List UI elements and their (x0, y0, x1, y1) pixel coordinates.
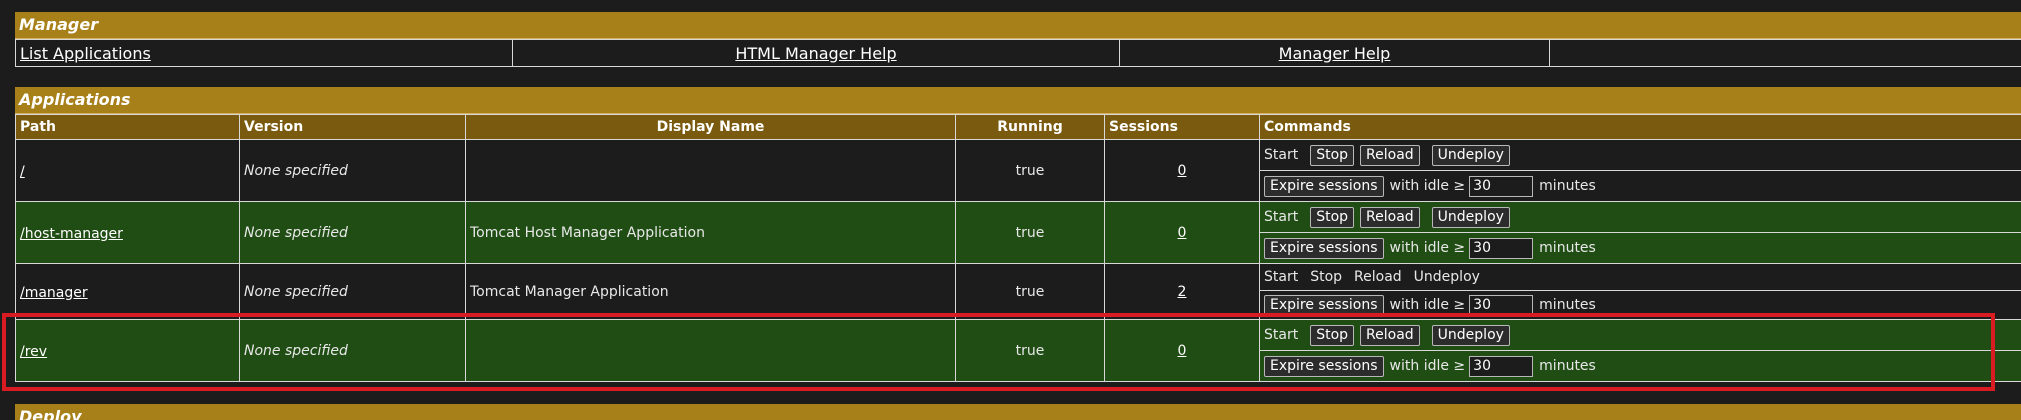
version-cell: None specified (239, 319, 466, 382)
reload-button[interactable]: Reload (1360, 324, 1420, 346)
idle-minutes-input[interactable] (1469, 355, 1534, 377)
sessions-cell: 0 (1104, 201, 1260, 264)
idle-minutes-input[interactable] (1469, 175, 1534, 197)
column-header-sessions: Sessions (1104, 114, 1260, 140)
minutes-label: minutes (1539, 240, 1596, 256)
column-header-path: Path (15, 114, 240, 140)
applications-column-headers: Path Version Display Name Running Sessio… (15, 114, 2021, 140)
expire-line: Expire sessions with idle ≥ minutes (1260, 232, 2021, 263)
manager-section-header: Manager (15, 12, 2021, 39)
applications-table: Path Version Display Name Running Sessio… (15, 114, 2021, 382)
start-label: Start (1264, 327, 1299, 343)
html-manager-help-link[interactable]: HTML Manager Help (735, 44, 896, 63)
display-name-cell (465, 139, 956, 202)
commands-cell: Start Stop Reload Undeploy Expire sessio… (1259, 263, 2021, 320)
app-path-link[interactable]: /manager (20, 285, 88, 301)
display-name-cell: Tomcat Manager Application (465, 263, 956, 320)
expire-sessions-button[interactable]: Expire sessions (1264, 294, 1384, 316)
app-path-link[interactable]: /rev (20, 344, 47, 360)
minutes-label: minutes (1539, 358, 1596, 374)
list-applications-link[interactable]: List Applications (20, 44, 151, 63)
table-row: / None specified true 0 Start Stop Reloa… (15, 139, 2021, 202)
app-path-link[interactable]: /host-manager (20, 226, 123, 242)
path-cell: /rev (15, 319, 240, 382)
column-header-running: Running (955, 114, 1105, 140)
minutes-label: minutes (1539, 178, 1596, 194)
column-header-version: Version (239, 114, 466, 140)
reload-button[interactable]: Reload (1360, 206, 1420, 228)
running-cell: true (955, 319, 1105, 382)
column-header-display-name: Display Name (465, 114, 956, 140)
version-cell: None specified (239, 139, 466, 202)
commands-line: Start Stop Reload Undeploy (1264, 321, 2017, 351)
start-label: Start (1264, 269, 1299, 285)
version-cell: None specified (239, 201, 466, 264)
with-idle-label: with idle ≥ (1389, 358, 1466, 374)
version-cell: None specified (239, 263, 466, 320)
running-cell: true (955, 139, 1105, 202)
stop-button[interactable]: Stop (1310, 324, 1355, 346)
sessions-link[interactable]: 0 (1178, 225, 1187, 241)
expire-sessions-button[interactable]: Expire sessions (1264, 175, 1384, 197)
nav-cell (1549, 39, 2021, 67)
path-cell: /host-manager (15, 201, 240, 264)
with-idle-label: with idle ≥ (1389, 240, 1466, 256)
expire-line: Expire sessions with idle ≥ minutes (1260, 290, 2021, 319)
display-name-cell (465, 319, 956, 382)
sessions-cell: 2 (1104, 263, 1260, 320)
running-cell: true (955, 263, 1105, 320)
sessions-cell: 0 (1104, 139, 1260, 202)
start-label: Start (1264, 209, 1299, 225)
expire-line: Expire sessions with idle ≥ minutes (1260, 170, 2021, 201)
applications-section-header: Applications (15, 87, 2021, 114)
commands-cell: Start Stop Reload Undeploy Expire sessio… (1259, 139, 2021, 202)
commands-line: Start Stop Reload Undeploy (1264, 265, 2017, 291)
idle-minutes-input[interactable] (1469, 237, 1534, 259)
undeploy-label: Undeploy (1413, 269, 1480, 285)
app-path-link[interactable]: / (20, 164, 25, 180)
undeploy-button[interactable]: Undeploy (1431, 144, 1510, 166)
stop-button[interactable]: Stop (1310, 206, 1355, 228)
reload-label: Reload (1354, 269, 1402, 285)
table-row: /manager None specified Tomcat Manager A… (15, 263, 2021, 320)
sessions-cell: 0 (1104, 319, 1260, 382)
nav-cell: Manager Help (1119, 39, 1550, 67)
stop-button[interactable]: Stop (1310, 144, 1355, 166)
expire-sessions-button[interactable]: Expire sessions (1264, 237, 1384, 259)
running-cell: true (955, 201, 1105, 264)
commands-cell: Start Stop Reload Undeploy Expire sessio… (1259, 201, 2021, 264)
nav-cell: List Applications (15, 39, 513, 67)
manager-nav-table: List Applications HTML Manager Help Mana… (15, 39, 2021, 67)
expire-line: Expire sessions with idle ≥ minutes (1260, 350, 2021, 381)
commands-cell: Start Stop Reload Undeploy Expire sessio… (1259, 319, 2021, 382)
manager-help-link[interactable]: Manager Help (1279, 44, 1391, 63)
sessions-link[interactable]: 2 (1178, 284, 1187, 300)
display-name-cell: Tomcat Host Manager Application (465, 201, 956, 264)
table-row: /rev None specified true 0 Start Stop Re… (15, 319, 2021, 382)
path-cell: /manager (15, 263, 240, 320)
column-header-commands: Commands (1259, 114, 2021, 140)
commands-line: Start Stop Reload Undeploy (1264, 141, 2017, 171)
reload-button[interactable]: Reload (1360, 144, 1420, 166)
sessions-link[interactable]: 0 (1178, 163, 1187, 179)
undeploy-button[interactable]: Undeploy (1431, 324, 1510, 346)
path-cell: / (15, 139, 240, 202)
deploy-section-header: Deploy (15, 404, 2021, 420)
commands-line: Start Stop Reload Undeploy (1264, 203, 2017, 233)
with-idle-label: with idle ≥ (1389, 297, 1466, 313)
table-row: /host-manager None specified Tomcat Host… (15, 201, 2021, 264)
undeploy-button[interactable]: Undeploy (1431, 206, 1510, 228)
with-idle-label: with idle ≥ (1389, 178, 1466, 194)
idle-minutes-input[interactable] (1469, 294, 1534, 316)
sessions-link[interactable]: 0 (1178, 343, 1187, 359)
minutes-label: minutes (1539, 297, 1596, 313)
expire-sessions-button[interactable]: Expire sessions (1264, 355, 1384, 377)
manager-page: Manager List Applications HTML Manager H… (15, 12, 2021, 382)
nav-cell: HTML Manager Help (512, 39, 1120, 67)
start-label: Start (1264, 147, 1299, 163)
stop-label: Stop (1310, 269, 1343, 285)
